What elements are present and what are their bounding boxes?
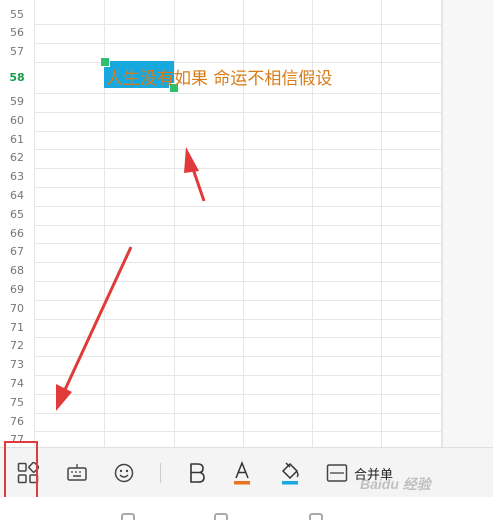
row-header-64[interactable]: 64 (0, 187, 34, 206)
nav-recent-button[interactable] (214, 513, 228, 520)
right-scroll-strip[interactable] (442, 0, 493, 447)
row-header-74[interactable]: 74 (0, 375, 34, 394)
toolbar-separator (160, 463, 161, 483)
row-header-69[interactable]: 69 (0, 281, 34, 300)
font-color-button[interactable] (225, 448, 259, 498)
fill-color-icon (281, 462, 299, 485)
keyboard-icon (67, 464, 87, 481)
row-header-57[interactable]: 57 (0, 43, 34, 62)
row-header-70[interactable]: 70 (0, 300, 34, 319)
row-header-56[interactable]: 56 (0, 24, 34, 43)
row-header-55[interactable]: 55 (0, 6, 34, 25)
bold-button[interactable] (180, 448, 214, 498)
row-header-62[interactable]: 62 (0, 149, 34, 168)
keyboard-button[interactable] (58, 448, 96, 498)
cell-text: 人生没有如果 命运不相信假设 (106, 69, 333, 89)
row-header-71[interactable]: 71 (0, 319, 34, 338)
fill-color-button[interactable] (273, 448, 307, 498)
row-header-66[interactable]: 66 (0, 225, 34, 244)
merge-cells-icon (326, 464, 348, 482)
spreadsheet-grid[interactable]: 55 56 57 58 59 60 61 62 63 64 65 66 67 68 69 70 71 72 73 74… (0, 0, 442, 447)
emoji-icon (114, 463, 134, 483)
nav-home-button[interactable] (121, 513, 135, 520)
row-header-59[interactable]: 59 (0, 93, 34, 112)
emoji-button[interactable] (105, 448, 143, 498)
row-header-65[interactable]: 65 (0, 206, 34, 225)
row-header-61[interactable]: 61 (0, 131, 34, 150)
nav-back-button[interactable] (309, 513, 323, 520)
row-header-58[interactable]: 58 (0, 62, 34, 93)
row-header-72[interactable]: 72 (0, 337, 34, 356)
column-divider (34, 0, 35, 447)
column-divider (381, 0, 382, 447)
row-header-75[interactable]: 75 (0, 394, 34, 413)
system-nav-bar (0, 497, 493, 520)
row-header-68[interactable]: 68 (0, 262, 34, 281)
bold-icon (190, 463, 205, 483)
row-header-76[interactable]: 76 (0, 413, 34, 432)
row-header-73[interactable]: 73 (0, 356, 34, 375)
row-header-67[interactable]: 67 (0, 243, 34, 262)
row-header-63[interactable]: 63 (0, 168, 34, 187)
row-header-60[interactable]: 60 (0, 112, 34, 131)
font-color-icon (234, 460, 250, 485)
watermark: Baidu 经验 (360, 476, 431, 492)
